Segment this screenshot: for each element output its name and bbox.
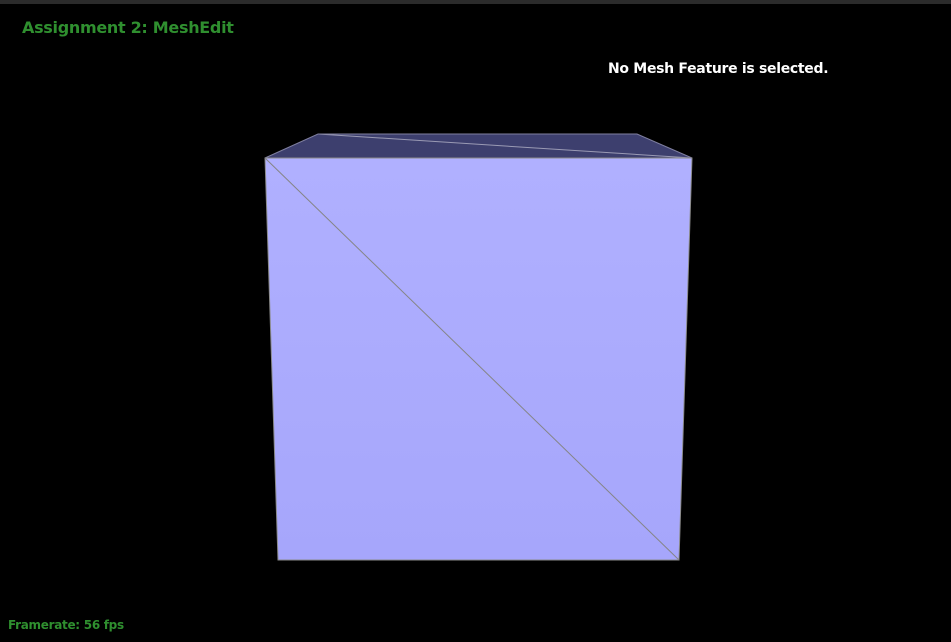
framerate-label: Framerate: — [8, 618, 80, 632]
mesh-front-face[interactable] — [265, 158, 692, 560]
selection-status-message: No Mesh Feature is selected. — [608, 61, 829, 77]
app-title: Assignment 2: MeshEdit — [22, 18, 234, 37]
mesh-viewport[interactable] — [0, 0, 951, 642]
framerate-value: 56 fps — [83, 618, 124, 632]
mesh-top-face[interactable] — [265, 134, 692, 158]
mesh-viewer-window: Assignment 2: MeshEdit No Mesh Feature i… — [0, 0, 951, 642]
framerate-readout: Framerate: 56 fps — [8, 618, 124, 632]
